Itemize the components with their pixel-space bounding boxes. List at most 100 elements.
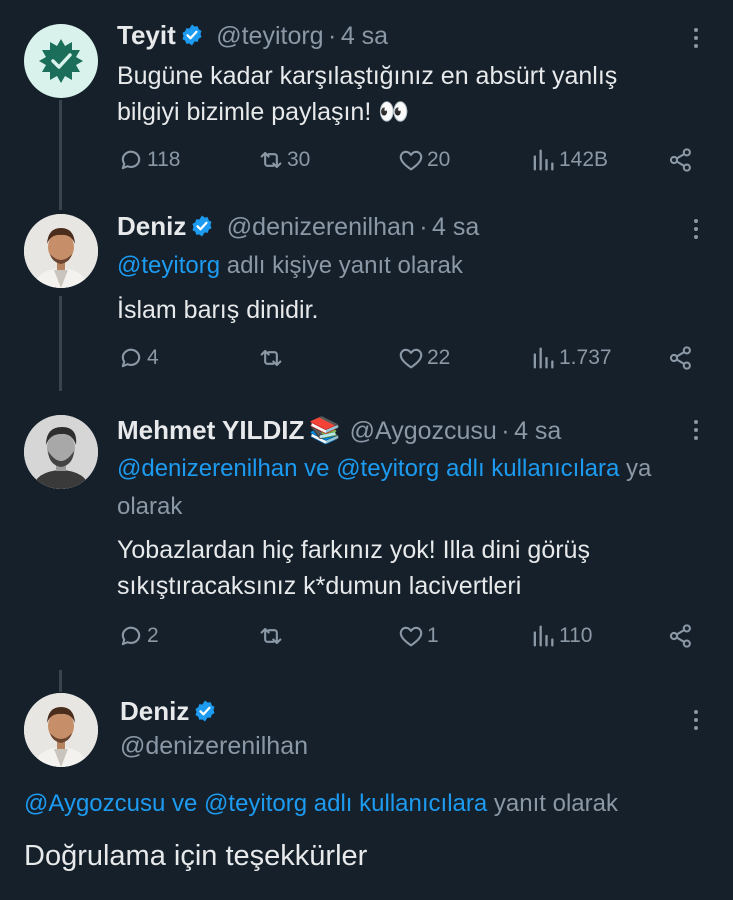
like-count: 1 <box>427 624 439 647</box>
replying-to: @denizerenilhan ve @teyitorg adlı kullan… <box>117 451 651 487</box>
verified-badge-icon <box>193 699 217 723</box>
like-count: 20 <box>427 148 451 171</box>
replying-to-suffix: yanıt olarak <box>493 790 618 817</box>
views-icon <box>533 347 554 369</box>
reply-count: 2 <box>147 624 159 647</box>
views-count: 110 <box>559 624 593 647</box>
reply-icon <box>121 150 141 170</box>
reply-count: 118 <box>147 148 181 171</box>
mention-joiner: ve <box>172 790 198 817</box>
retweet-count: 30 <box>287 148 311 171</box>
like-button[interactable]: 1 <box>397 622 439 650</box>
retweet-button[interactable] <box>257 622 285 650</box>
tweet-4-text: Doğrulama için teşekkürler <box>24 840 368 872</box>
thread-line-1 <box>59 100 62 210</box>
reply-icon <box>121 348 141 368</box>
retweet-icon <box>260 151 282 169</box>
separator: · <box>501 417 510 445</box>
tweet-4-header: Deniz <box>120 696 217 727</box>
timestamp[interactable]: 4 sa <box>341 22 388 50</box>
tweet-text-line: bilgiyi bizimle paylaşın! 👀 <box>117 98 410 126</box>
verified-badge-icon <box>180 23 204 47</box>
thread-line-3 <box>59 670 62 692</box>
reply-button[interactable]: 118 <box>117 146 180 174</box>
retweet-icon <box>260 627 282 645</box>
mention-link[interactable]: @teyitorg <box>204 790 307 817</box>
name-emoji: 📚 <box>308 415 342 445</box>
tweet-2-text: İslam barış dinidir. <box>117 296 319 324</box>
avatar-mehmet[interactable] <box>24 415 98 489</box>
mention-link[interactable]: @teyitorg <box>117 252 220 279</box>
avatar-deniz[interactable] <box>24 214 98 288</box>
more-options-icon[interactable] <box>693 710 699 734</box>
author-handle[interactable]: @teyitorg <box>216 22 323 50</box>
replying-to-cut: ya <box>626 455 652 482</box>
timestamp[interactable]: 4 sa <box>514 417 561 445</box>
mention-joiner: ve <box>304 455 330 482</box>
views-button[interactable]: 110 <box>529 622 592 650</box>
replying-to-suffix: adlı kişiye yanıt olarak <box>226 252 463 279</box>
author-name[interactable]: Deniz <box>120 696 189 726</box>
views-count: 1.737 <box>559 346 612 369</box>
tweet-3-text: Yobazlardan hiç farkınız yok! Illa dini … <box>117 532 717 604</box>
views-button[interactable]: 142B <box>529 146 608 174</box>
reply-button[interactable]: 4 <box>117 344 159 372</box>
share-button[interactable] <box>667 146 695 174</box>
tweet-3-actions: 2 1 110 <box>117 622 707 652</box>
reply-count: 4 <box>147 346 159 369</box>
share-button[interactable] <box>667 344 695 372</box>
retweet-button[interactable] <box>257 344 285 372</box>
avatar-deniz-focused[interactable] <box>24 693 98 767</box>
like-button[interactable]: 22 <box>397 344 450 372</box>
author-name[interactable]: Deniz <box>117 211 186 241</box>
author-name[interactable]: Teyit <box>117 20 176 50</box>
replying-to: @Aygozcusu ve @teyitorg adlı kullanıcıla… <box>24 786 618 822</box>
tweet-1-actions: 118 30 20 142B <box>117 146 707 176</box>
author-name[interactable]: Mehmet YILDIZ <box>117 415 304 445</box>
tweet-2-header: Deniz @denizerenilhan · 4 sa <box>117 211 479 242</box>
retweet-button[interactable]: 30 <box>257 146 310 174</box>
share-button[interactable] <box>667 622 695 650</box>
mention-link[interactable]: @denizerenilhan <box>117 455 297 482</box>
avatar-teyit[interactable] <box>24 24 98 98</box>
reply-button[interactable]: 2 <box>117 622 159 650</box>
views-button[interactable]: 1.737 <box>529 344 612 372</box>
tweet-2-actions: 4 22 1.737 <box>117 344 707 374</box>
like-icon <box>399 150 423 171</box>
mention-link[interactable]: @Aygozcusu <box>24 790 165 817</box>
tweet-text-line: Bugüne kadar karşılaştığınız en absürt y… <box>117 62 618 90</box>
author-handle[interactable]: @denizerenilhan <box>227 213 415 241</box>
mention-users[interactable]: adlı kullanıcılara <box>314 790 487 817</box>
more-options-icon[interactable] <box>693 28 699 52</box>
like-count: 22 <box>427 346 451 369</box>
separator: · <box>328 22 337 50</box>
more-options-icon[interactable] <box>693 219 699 243</box>
more-options-icon[interactable] <box>693 420 699 444</box>
retweet-icon <box>260 349 282 367</box>
mention-users[interactable]: adlı kullanıcılara <box>446 455 619 482</box>
tweet-1-header: Teyit @teyitorg · 4 sa <box>117 20 388 51</box>
replying-to: @teyitorg adlı kişiye yanıt olarak <box>117 248 463 284</box>
views-icon <box>533 149 554 171</box>
tweet-text-line: Yobazlardan hiç farkınız yok! Illa dini … <box>117 536 590 564</box>
like-icon <box>399 348 423 369</box>
separator: · <box>419 213 428 241</box>
mention-link[interactable]: @teyitorg <box>336 455 439 482</box>
reply-icon <box>121 626 141 646</box>
views-icon <box>533 625 554 647</box>
share-icon <box>669 346 691 370</box>
share-icon <box>669 624 691 648</box>
author-handle[interactable]: @Aygozcusu <box>350 417 497 445</box>
timestamp[interactable]: 4 sa <box>432 213 479 241</box>
share-icon <box>669 148 691 172</box>
like-button[interactable]: 20 <box>397 146 450 174</box>
tweet-1-text: Bugüne kadar karşılaştığınız en absürt y… <box>117 58 717 130</box>
tweet-3-header: Mehmet YILDIZ 📚 @Aygozcusu · 4 sa <box>117 415 561 446</box>
views-count: 142B <box>559 148 609 171</box>
thread-line-2 <box>59 296 62 391</box>
replying-to-line2: olarak <box>117 493 183 520</box>
verified-badge-icon <box>190 214 214 238</box>
author-handle[interactable]: @denizerenilhan <box>120 732 308 761</box>
like-icon <box>399 626 423 647</box>
tweet-text-line: sıkıştıracaksınız k*dumun lacivertleri <box>117 572 522 600</box>
